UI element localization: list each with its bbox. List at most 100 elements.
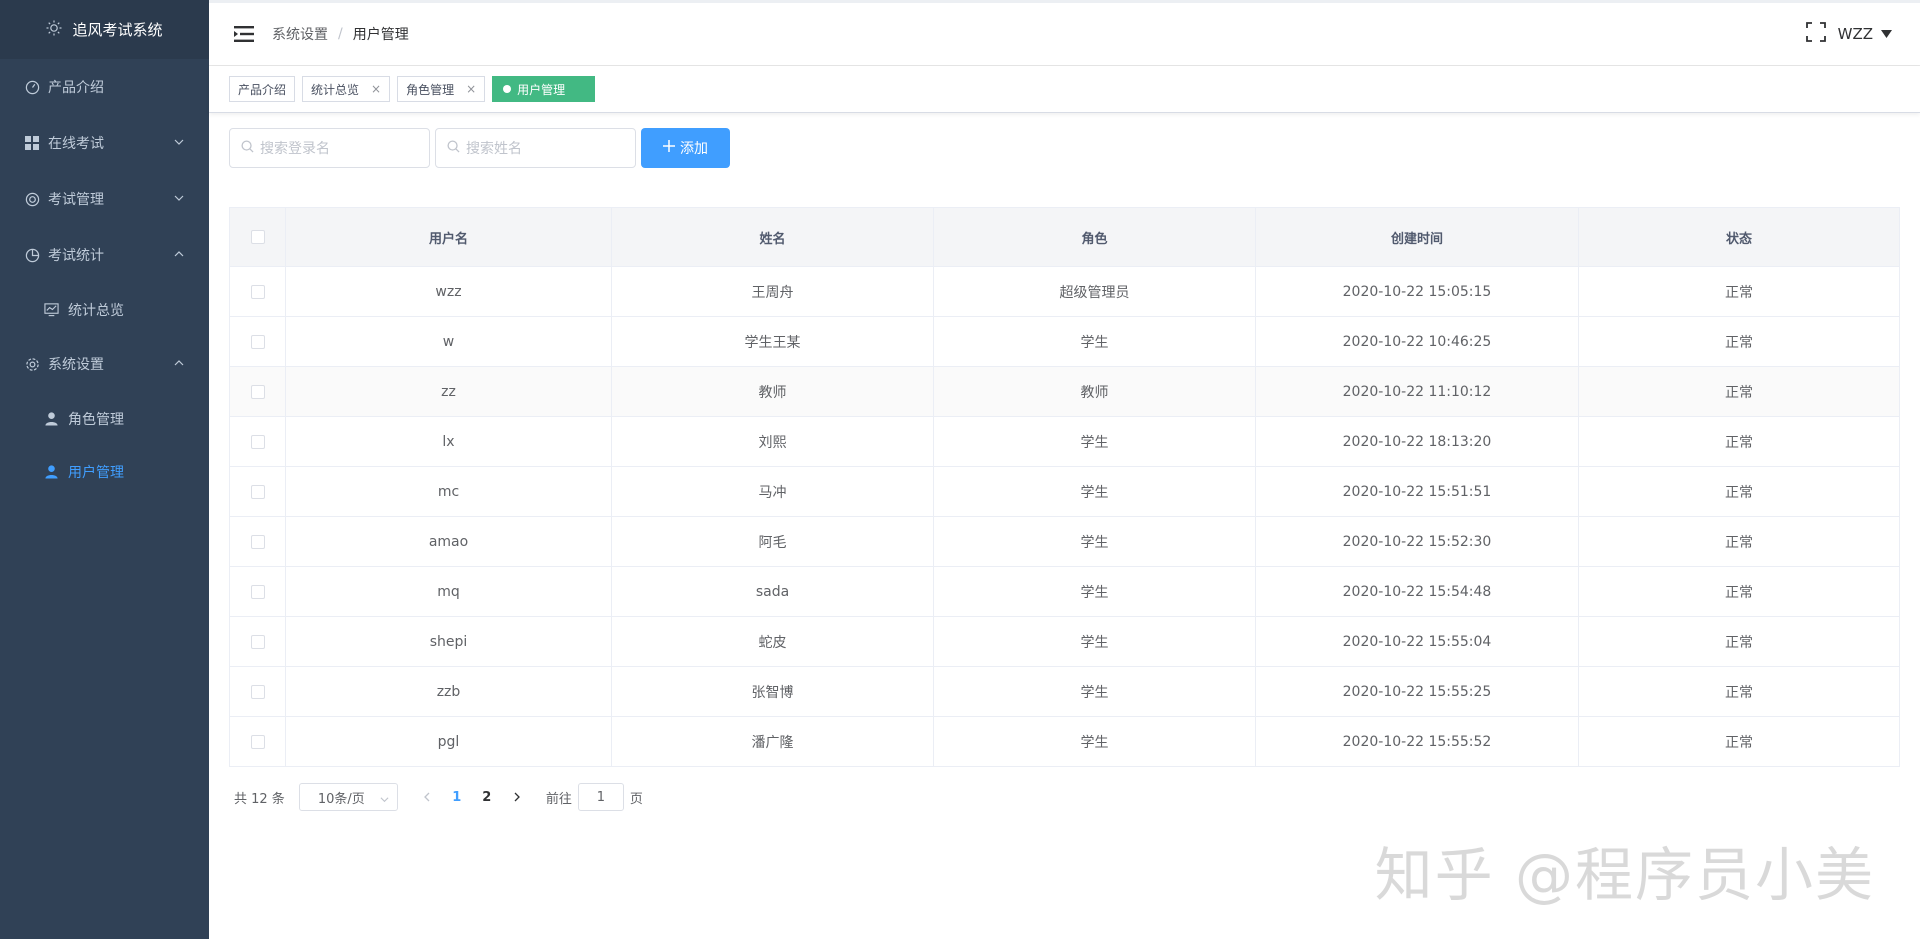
tag-product-intro[interactable]: 产品介绍 — [229, 76, 296, 102]
row-checkbox[interactable] — [250, 384, 265, 399]
cell-name: 潘广隆 — [612, 717, 934, 766]
grid-icon — [24, 135, 40, 151]
cell-created-time: 2020-10-22 11:10:12 — [1256, 367, 1579, 416]
cell-name: 教师 — [612, 367, 934, 416]
table-row[interactable]: mq sada 学生 2020-10-22 15:54:48 正常 — [230, 567, 1899, 617]
sidebar-item-exam-management[interactable]: 考试管理 — [0, 171, 209, 227]
app-logo[interactable]: 追风考试系统 — [0, 0, 209, 59]
row-checkbox[interactable] — [250, 634, 265, 649]
table-row[interactable]: w 学生王某 学生 2020-10-22 10:46:25 正常 — [230, 317, 1899, 367]
table-row[interactable]: zzb 张智博 学生 2020-10-22 15:55:25 正常 — [230, 667, 1899, 717]
sidebar-item-stats-overview[interactable]: 统计总览 — [0, 283, 209, 336]
table-row[interactable]: shepi 蛇皮 学生 2020-10-22 15:55:04 正常 — [230, 617, 1899, 667]
cell-role: 学生 — [934, 317, 1256, 366]
sidebar: 追风考试系统 产品介绍 在线考试 考试管理 考试统计 统计总览 系统设置 角色管… — [0, 0, 209, 939]
column-header: 状态 — [1725, 231, 1752, 247]
cell-created-time: 2020-10-22 15:54:48 — [1256, 567, 1579, 616]
sidebar-item-exam-statistics[interactable]: 考试统计 — [0, 227, 209, 283]
tag-stats-overview[interactable]: 统计总览 × — [302, 76, 391, 102]
row-checkbox[interactable] — [250, 484, 265, 499]
user-menu[interactable]: WZZ — [1838, 25, 1873, 43]
main-content: 系统设置 / 用户管理 WZZ 产品介绍 统计总览 × 角色管理 × 用户管理 … — [209, 0, 1920, 939]
breadcrumb-item[interactable]: 系统设置 — [272, 24, 328, 44]
cell-username: lx — [286, 417, 612, 466]
sidebar-item-label: 产品介绍 — [48, 80, 104, 96]
sidebar-item-label: 考试管理 — [48, 192, 104, 208]
column-header: 创建时间 — [1256, 208, 1579, 266]
cell-username: mc — [286, 467, 612, 516]
page-number[interactable]: 1 — [442, 783, 472, 811]
chevron-down-icon — [173, 192, 187, 206]
row-checkbox[interactable] — [250, 284, 265, 299]
add-button[interactable]: 添加 — [641, 128, 730, 168]
cell-name: 马冲 — [612, 467, 934, 516]
cell-created-time: 2020-10-22 15:55:25 — [1256, 667, 1579, 716]
hamburger-icon[interactable] — [234, 25, 254, 43]
cell-status: 正常 — [1725, 484, 1753, 501]
row-checkbox[interactable] — [250, 734, 265, 749]
pie-chart-icon — [24, 247, 40, 263]
search-login-input[interactable]: 搜索登录名 — [229, 128, 430, 168]
row-checkbox[interactable] — [250, 434, 265, 449]
chevron-down-icon — [380, 793, 389, 808]
tag-user-management[interactable]: 用户管理 — [492, 76, 596, 102]
row-checkbox-cell — [230, 317, 286, 366]
row-checkbox[interactable] — [250, 334, 265, 349]
tag-label: 统计总览 — [311, 82, 360, 97]
add-button-label: 添加 — [680, 141, 708, 157]
fullscreen-icon[interactable] — [1805, 22, 1826, 46]
sidebar-item-system-settings[interactable]: 系统设置 — [0, 336, 209, 392]
prev-page-button[interactable] — [412, 783, 442, 811]
goto-page-input[interactable]: 1 — [577, 783, 624, 811]
cell-status: 正常 — [1725, 284, 1753, 301]
table-row[interactable]: zz 教师 教师 2020-10-22 11:10:12 正常 — [230, 367, 1899, 417]
filter-bar: 搜索登录名 搜索姓名 添加 — [229, 128, 730, 168]
cell-role: 教师 — [934, 367, 1256, 416]
next-page-button[interactable] — [502, 783, 532, 811]
close-icon[interactable]: × — [466, 82, 476, 96]
cell-name: sada — [612, 567, 934, 616]
cell-status: 正常 — [1725, 584, 1753, 601]
row-checkbox-cell — [230, 467, 286, 516]
tag-label: 产品介绍 — [238, 82, 287, 97]
page-size-select[interactable]: 10条/页 — [298, 783, 398, 811]
page-number[interactable]: 2 — [472, 783, 502, 811]
navbar-right: WZZ — [1805, 22, 1892, 46]
sidebar-item-product-intro[interactable]: 产品介绍 — [0, 59, 209, 115]
cell-username: zzb — [286, 667, 612, 716]
tag-role-management[interactable]: 角色管理 × — [397, 76, 486, 102]
cell-role: 超级管理员 — [934, 267, 1256, 316]
sidebar-item-online-exam[interactable]: 在线考试 — [0, 115, 209, 171]
table-row[interactable]: amao 阿毛 学生 2020-10-22 15:52:30 正常 — [230, 517, 1899, 567]
row-checkbox[interactable] — [250, 684, 265, 699]
close-icon[interactable]: × — [371, 82, 381, 96]
row-checkbox-cell — [230, 267, 286, 316]
search-login-placeholder: 搜索登录名 — [260, 141, 330, 157]
row-checkbox-cell — [230, 617, 286, 666]
table-row[interactable]: pgl 潘广隆 学生 2020-10-22 15:55:52 正常 — [230, 717, 1899, 766]
sidebar-item-role-management[interactable]: 角色管理 — [0, 392, 209, 445]
cell-name: 刘熙 — [612, 417, 934, 466]
row-checkbox-cell — [230, 367, 286, 416]
cell-status: 正常 — [1725, 384, 1753, 401]
sidebar-item-user-management[interactable]: 用户管理 — [0, 445, 209, 498]
table-row[interactable]: mc 马冲 学生 2020-10-22 15:51:51 正常 — [230, 467, 1899, 517]
active-dot-icon — [503, 85, 512, 93]
table-row[interactable]: lx 刘熙 学生 2020-10-22 18:13:20 正常 — [230, 417, 1899, 467]
cell-status: 正常 — [1725, 434, 1753, 451]
caret-down-icon[interactable] — [1881, 26, 1892, 42]
cell-role: 学生 — [934, 517, 1256, 566]
cell-created-time: 2020-10-22 15:55:52 — [1256, 717, 1579, 766]
cell-username: shepi — [286, 617, 612, 666]
search-name-input[interactable]: 搜索姓名 — [435, 128, 636, 168]
app-title: 追风考试系统 — [72, 21, 163, 39]
header-checkbox-cell — [230, 208, 286, 266]
table-row[interactable]: wzz 王周舟 超级管理员 2020-10-22 15:05:15 正常 — [230, 267, 1899, 317]
gear-icon — [24, 356, 40, 372]
table-body: wzz 王周舟 超级管理员 2020-10-22 15:05:15 正常 w 学生王某 学生 2… — [230, 267, 1899, 766]
sidebar-item-label: 考试统计 — [48, 248, 104, 264]
cell-created-time: 2020-10-22 15:05:15 — [1256, 267, 1579, 316]
row-checkbox[interactable] — [250, 534, 265, 549]
select-all-checkbox[interactable] — [250, 230, 265, 244]
row-checkbox[interactable] — [250, 584, 265, 599]
